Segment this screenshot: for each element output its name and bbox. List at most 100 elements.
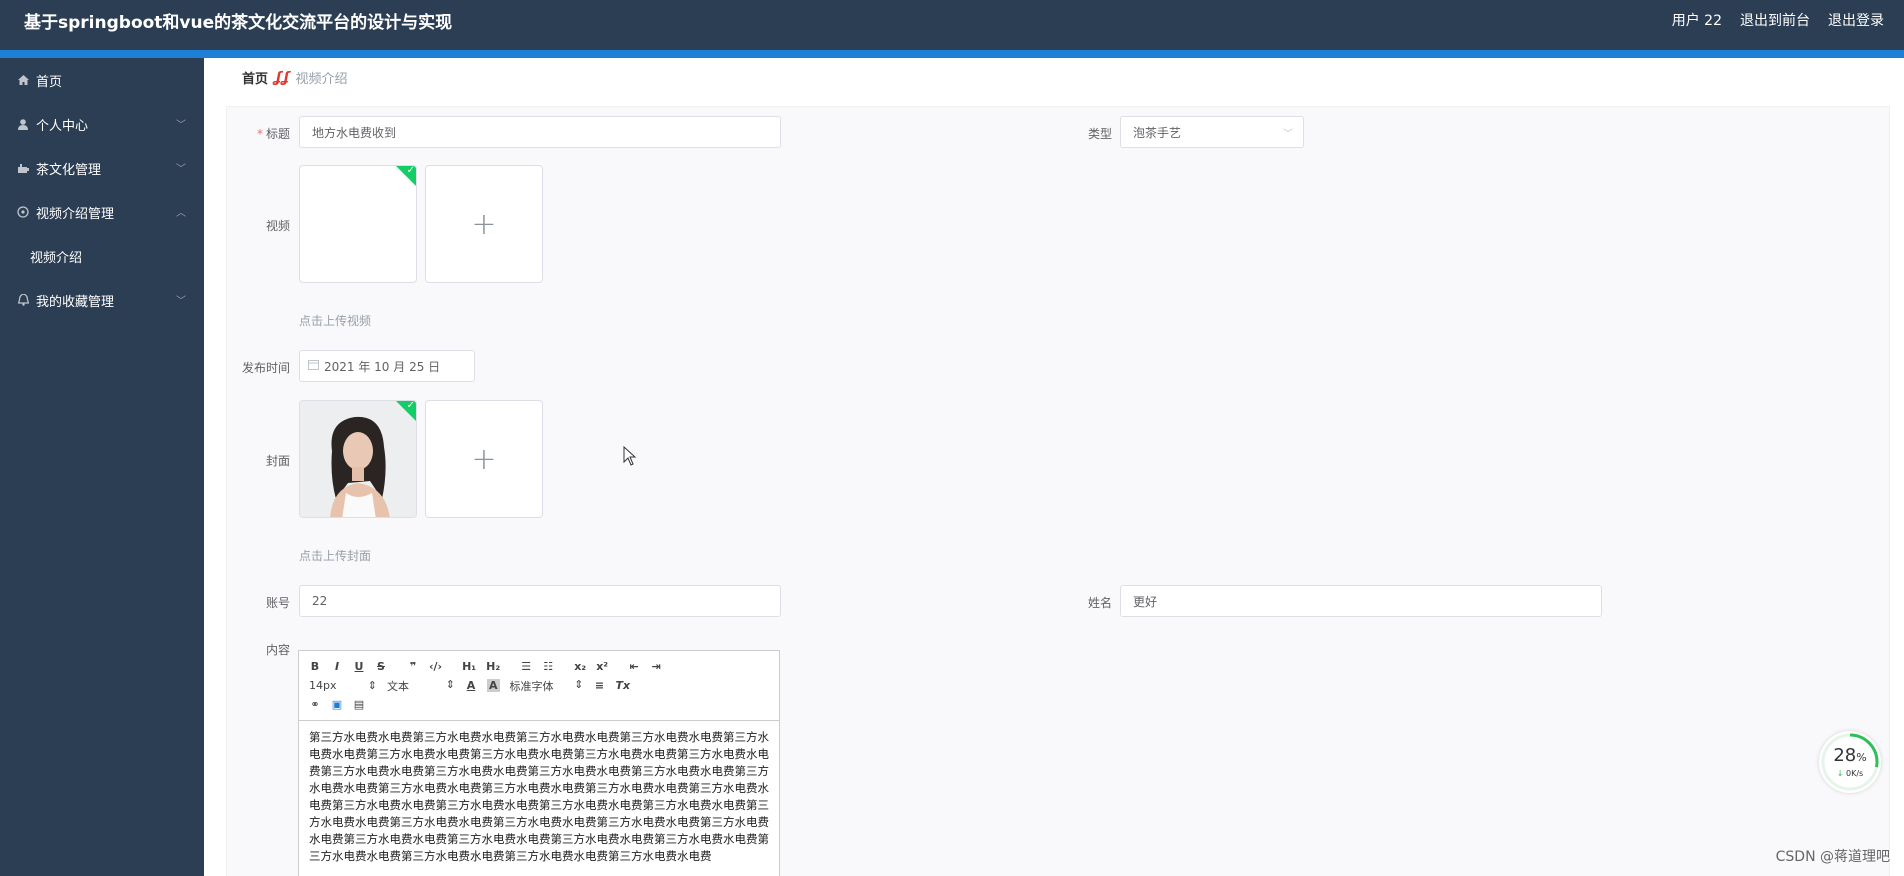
- upload-success-badge: ✓: [395, 165, 416, 187]
- chevron-down-icon: ﹀: [176, 296, 186, 307]
- video-uploaded-item[interactable]: ✓: [299, 165, 417, 283]
- arrow-down-icon: ↓: [1836, 769, 1844, 778]
- font-size-value: 14px: [309, 679, 337, 692]
- cover-upload-hint[interactable]: 点击上传封面: [299, 547, 371, 564]
- plus-icon: +: [471, 206, 497, 242]
- sidebar-item-label: 我的收藏管理: [36, 294, 115, 310]
- font-size-select[interactable]: 14px ⇕: [309, 679, 377, 692]
- type-select[interactable]: 泡茶手艺 ﹀: [1120, 116, 1304, 148]
- network-speed-widget[interactable]: 28% ↓ 0K/s: [1819, 731, 1881, 793]
- ordered-list-icon[interactable]: ☰: [520, 660, 532, 673]
- font-family-select[interactable]: 标准字体 ⇕: [510, 678, 584, 694]
- heading1-icon[interactable]: H₁: [462, 660, 476, 673]
- sidebar-item-label: 视频介绍管理: [36, 206, 115, 222]
- home-icon: [16, 75, 30, 85]
- block-format-value: 文本: [387, 679, 409, 693]
- header-actions: 用户 22 退出到前台 退出登录: [1672, 10, 1884, 30]
- user-icon: [16, 118, 30, 130]
- superscript-icon[interactable]: x²: [596, 660, 608, 673]
- chevron-down-icon: ﹀: [1283, 129, 1293, 140]
- bold-icon[interactable]: B: [309, 660, 321, 673]
- block-format-select[interactable]: 文本 ⇕: [387, 678, 455, 694]
- sidebar-item-tea-culture[interactable]: 茶文化管理 ﹀: [0, 146, 204, 190]
- sidebar-item-label: 首页: [36, 74, 63, 90]
- sidebar-item-favorites[interactable]: 我的收藏管理 ﹀: [0, 278, 204, 322]
- video-upload-button[interactable]: +: [425, 165, 543, 283]
- font-color-icon[interactable]: A: [465, 679, 477, 692]
- plus-icon: +: [471, 441, 497, 477]
- breadcrumb: 首页 ʆʆ 视频介绍: [242, 68, 348, 88]
- heading2-icon[interactable]: H₂: [486, 660, 500, 673]
- link-icon[interactable]: ⚭: [309, 698, 321, 711]
- bell-icon: [16, 294, 30, 306]
- date-label: 发布时间: [241, 361, 290, 375]
- chevron-updown-icon: ⇕: [367, 679, 377, 692]
- top-bar: 基于springboot和vue的茶文化交流平台的设计与实现 用户 22 退出到…: [0, 0, 1904, 50]
- clear-format-icon[interactable]: Tx: [616, 679, 631, 692]
- account-input[interactable]: 22: [299, 585, 781, 617]
- align-icon[interactable]: ≡: [594, 679, 606, 692]
- upload-success-badge: ✓: [395, 400, 416, 422]
- indent-icon[interactable]: ⇤: [628, 660, 640, 673]
- cover-upload-button[interactable]: +: [425, 400, 543, 518]
- code-block-icon[interactable]: ‹/›: [429, 660, 442, 673]
- chevron-updown-icon: ⇕: [445, 677, 455, 691]
- cover-label: 封面: [265, 454, 290, 468]
- title-input[interactable]: 地方水电费收到: [299, 116, 781, 148]
- image-icon[interactable]: ▣: [331, 698, 343, 711]
- chevron-down-icon: ﹀: [176, 120, 186, 131]
- editor-content[interactable]: 第三方水电费水电费第三方水电费水电费第三方水电费水电费第三方水电费水电费第三方水…: [299, 721, 779, 873]
- cover-uploaded-image[interactable]: ✓: [299, 400, 417, 518]
- progress-percent: 28%: [1833, 745, 1867, 766]
- video-label: 视频: [265, 219, 290, 233]
- check-icon: ✓: [406, 400, 415, 411]
- title-label: * 标题: [256, 127, 290, 141]
- underline-icon[interactable]: U: [353, 660, 365, 673]
- video-icon: [16, 206, 30, 218]
- breadcrumb-current: 视频介绍: [295, 72, 348, 87]
- date-value: 2021 年 10 月 25 日: [324, 359, 441, 374]
- editor-toolbar: B I U S ❞ ‹/› H₁ H₂ ☰ ☷ x₂ x² ⇤ ⇥ 14px ⇕ …: [299, 651, 779, 721]
- check-icon: ✓: [406, 165, 415, 176]
- quote-icon[interactable]: ❞: [407, 660, 419, 673]
- rich-text-editor: B I U S ❞ ‹/› H₁ H₂ ☰ ☷ x₂ x² ⇤ ⇥ 14px ⇕ …: [298, 650, 780, 876]
- name-input[interactable]: 更好: [1120, 585, 1602, 617]
- network-speed: ↓ 0K/s: [1836, 769, 1864, 778]
- sidebar-item-label: 茶文化管理: [36, 162, 102, 178]
- accent-bar: [0, 50, 1904, 58]
- video-upload-hint[interactable]: 点击上传视频: [299, 312, 371, 329]
- back-to-front-link[interactable]: 退出到前台: [1740, 10, 1810, 30]
- sidebar-subitem-video-intro[interactable]: 视频介绍: [0, 234, 204, 278]
- font-family-value: 标准字体: [509, 679, 554, 693]
- sidebar: 首页 个人中心 ﹀ 茶文化管理 ﹀ 视频介绍管理 ︿ 视频介绍 我的收藏管理 ﹀: [0, 58, 204, 876]
- breadcrumb-home[interactable]: 首页: [242, 68, 268, 87]
- date-picker[interactable]: 2021 年 10 月 25 日: [299, 350, 475, 382]
- mouse-cursor-icon: [623, 445, 637, 470]
- name-label: 姓名: [1087, 596, 1112, 610]
- current-user: 用户 22: [1671, 13, 1722, 29]
- sidebar-item-label: 个人中心: [36, 118, 89, 134]
- bullet-list-icon[interactable]: ☷: [542, 660, 554, 673]
- logout-link[interactable]: 退出登录: [1828, 10, 1884, 30]
- subscript-icon[interactable]: x₂: [574, 660, 586, 673]
- outdent-icon[interactable]: ⇥: [650, 660, 662, 673]
- sidebar-item-video-management[interactable]: 视频介绍管理 ︿: [0, 190, 204, 234]
- chevron-down-icon: ﹀: [176, 164, 186, 175]
- background-color-icon[interactable]: A: [487, 679, 500, 692]
- account-label: 账号: [265, 596, 290, 610]
- watermark: CSDN @蒋道理吧: [1775, 849, 1890, 865]
- strike-icon[interactable]: S: [375, 660, 387, 673]
- tea-icon: [16, 163, 30, 173]
- type-select-value: 泡茶手艺: [1133, 125, 1182, 140]
- chevron-updown-icon: ⇕: [574, 677, 584, 691]
- italic-icon[interactable]: I: [331, 660, 343, 673]
- calendar-icon: [308, 359, 319, 373]
- sidebar-item-personal-center[interactable]: 个人中心 ﹀: [0, 102, 204, 146]
- app-title: 基于springboot和vue的茶文化交流平台的设计与实现: [24, 13, 453, 33]
- content-label: 内容: [265, 643, 290, 657]
- chevron-up-icon: ︿: [176, 208, 186, 219]
- type-label: 类型: [1087, 127, 1112, 141]
- sidebar-item-home[interactable]: 首页: [0, 58, 204, 102]
- breadcrumb-separator-icon: ʆʆ: [274, 69, 290, 86]
- video-embed-icon[interactable]: ▤: [353, 698, 365, 711]
